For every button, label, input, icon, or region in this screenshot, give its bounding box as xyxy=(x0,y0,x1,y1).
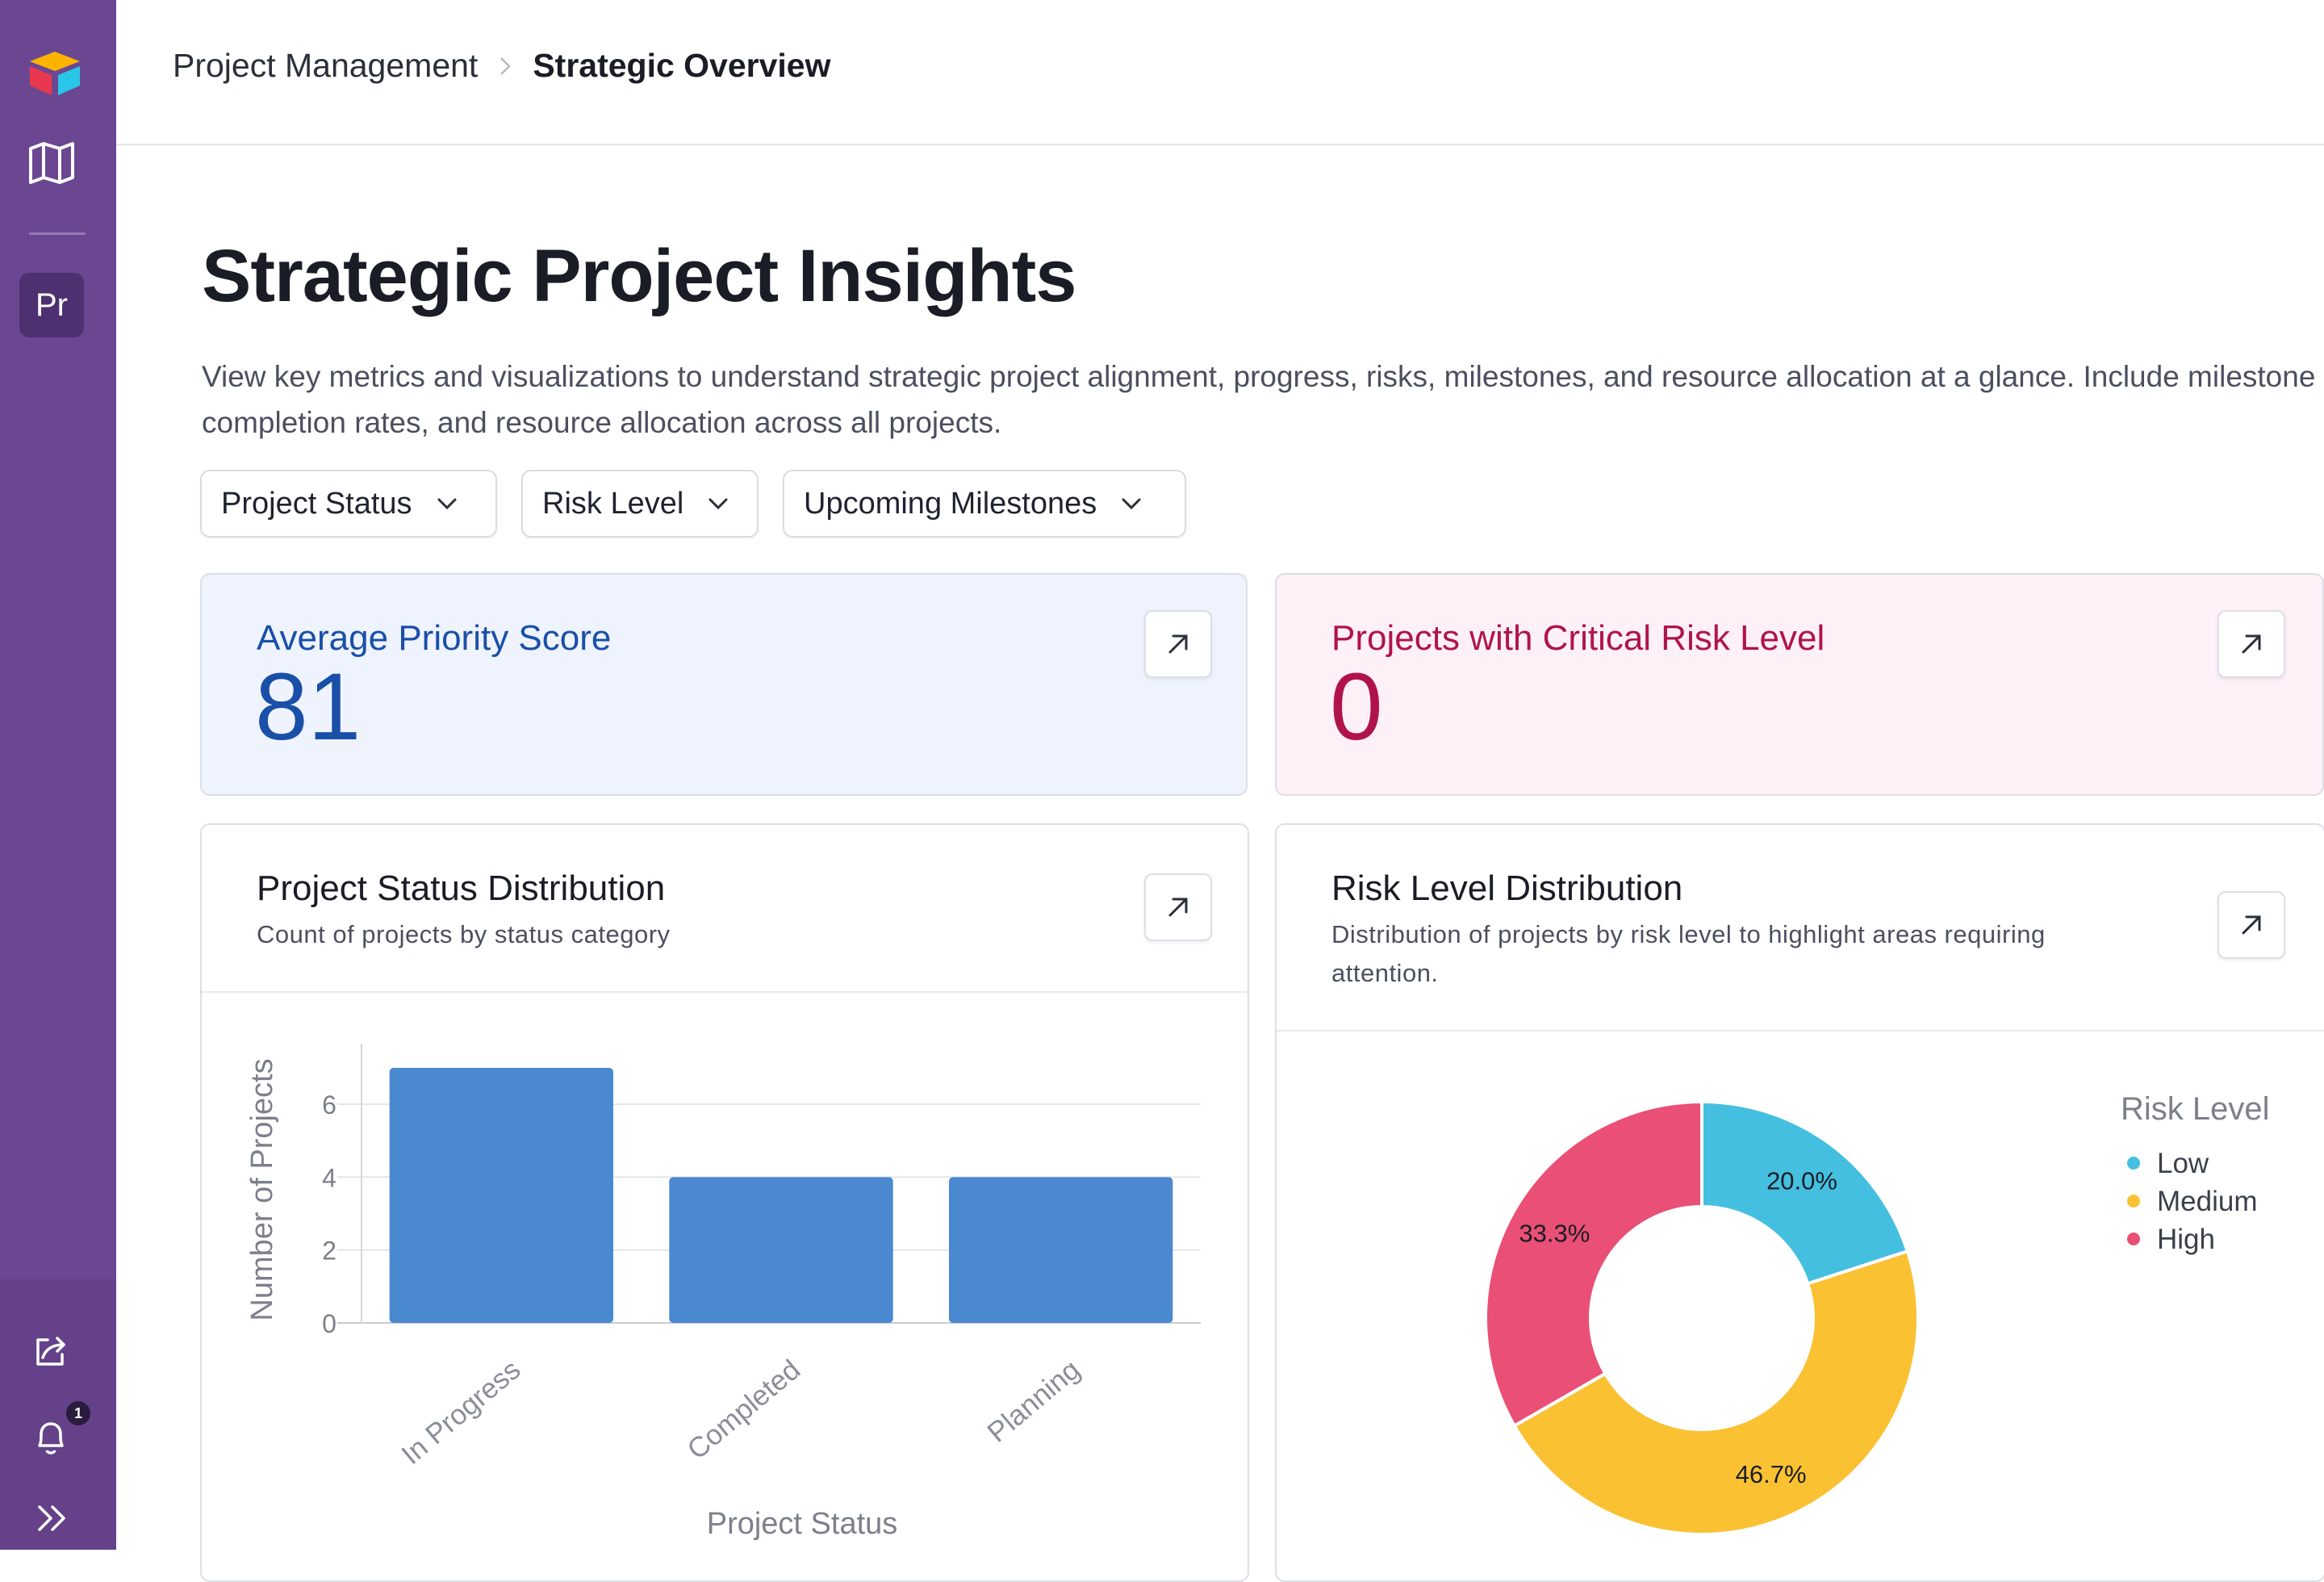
chart-title: Risk Level Distribution xyxy=(1331,868,1683,908)
slice-high[interactable] xyxy=(1484,1099,1703,1429)
arrow-up-right-icon xyxy=(2242,634,2261,654)
legend-label: Medium xyxy=(2157,1186,2257,1217)
bar-completed[interactable] xyxy=(669,1177,893,1323)
bell-icon[interactable] xyxy=(31,1417,71,1458)
chevron-down-icon xyxy=(437,497,458,510)
notification-badge: 1 xyxy=(66,1401,90,1425)
metric-label: Average Priority Score xyxy=(257,618,612,658)
sidebar: Pr 1 xyxy=(0,0,116,1550)
filter-label: Project Status xyxy=(221,486,412,521)
chart-card-risk-level: Risk Level Distribution Distribution of … xyxy=(1275,823,2324,1582)
breadcrumb-root[interactable]: Project Management xyxy=(173,47,478,85)
breadcrumb: Project Management Strategic Overview xyxy=(173,47,831,85)
share-icon[interactable] xyxy=(32,1332,71,1371)
expand-button[interactable] xyxy=(2217,610,2285,678)
legend-swatch xyxy=(2127,1195,2140,1207)
app-logo-icon[interactable] xyxy=(26,47,84,98)
x-axis-label: Project Status xyxy=(707,1507,898,1541)
chart-subtitle: Count of projects by status category xyxy=(257,920,671,948)
legend-label: High xyxy=(2157,1224,2215,1255)
expand-sidebar-icon[interactable] xyxy=(32,1503,73,1534)
card-divider xyxy=(1277,1030,2324,1032)
workspace-badge[interactable]: Pr xyxy=(19,273,84,337)
page-description: View key metrics and visualizations to u… xyxy=(202,360,2316,439)
bar-planning[interactable] xyxy=(949,1177,1173,1323)
breadcrumb-current: Strategic Overview xyxy=(533,47,831,84)
legend-item-medium[interactable]: Medium xyxy=(2127,1186,2257,1217)
legend-item-high[interactable]: High xyxy=(2127,1224,2215,1255)
expand-button[interactable] xyxy=(2217,891,2285,959)
filter-label: Upcoming Milestones xyxy=(804,486,1097,521)
metric-value: 81 xyxy=(255,654,362,760)
arrow-up-right-icon xyxy=(1168,634,1188,654)
y-tick-label: 0 xyxy=(322,1309,336,1338)
chevron-right-icon xyxy=(499,56,512,77)
metric-label: Projects with Critical Risk Level xyxy=(1331,618,1825,658)
metric-card-critical-risk: Projects with Critical Risk Level 0 xyxy=(1275,573,2324,796)
chevron-down-icon xyxy=(1121,497,1142,510)
filter-upcoming-milestones[interactable]: Upcoming Milestones xyxy=(783,470,1186,538)
legend-label: Low xyxy=(2157,1148,2209,1179)
sidebar-divider xyxy=(29,232,86,235)
filter-project-status[interactable]: Project Status xyxy=(200,470,497,538)
slice-label: 46.7% xyxy=(1736,1460,1807,1488)
x-tick-label: Completed xyxy=(681,1354,806,1466)
slice-label: 20.0% xyxy=(1766,1166,1837,1195)
filter-label: Risk Level xyxy=(542,486,684,521)
slice-label: 33.3% xyxy=(1519,1219,1590,1247)
chart-subtitle: Distribution of projects by risk level t… xyxy=(1331,920,2046,987)
legend-item-low[interactable]: Low xyxy=(2127,1148,2209,1179)
card-divider xyxy=(202,991,1248,993)
expand-button[interactable] xyxy=(1144,610,1212,678)
arrow-up-right-icon xyxy=(1168,898,1188,917)
legend-swatch xyxy=(2127,1233,2140,1245)
chart-title: Project Status Distribution xyxy=(257,868,666,908)
arrow-up-right-icon xyxy=(2242,915,2261,935)
bar-in-progress[interactable] xyxy=(389,1068,613,1323)
top-header: Project Management Strategic Overview xyxy=(116,0,2324,145)
legend-title: Risk Level xyxy=(2121,1091,2270,1127)
filter-risk-level[interactable]: Risk Level xyxy=(521,470,759,538)
map-icon[interactable] xyxy=(26,139,77,187)
y-axis-label: Number of Projects xyxy=(245,1058,279,1320)
y-tick-label: 6 xyxy=(322,1090,336,1120)
donut-chart: 20.0% 46.7% 33.3% Risk Level Low Medium High xyxy=(1484,1091,2270,1536)
x-tick-label: In Progress xyxy=(395,1354,526,1471)
y-tick-label: 4 xyxy=(322,1163,336,1192)
x-tick-label: Planning xyxy=(981,1354,1085,1448)
y-tick-label: 2 xyxy=(322,1237,336,1266)
expand-button[interactable] xyxy=(1144,873,1212,941)
page-title: Strategic Project Insights xyxy=(202,235,1076,317)
chevron-down-icon xyxy=(708,497,729,510)
bar-chart: 0 2 4 6 In Progress Completed Planning Number… xyxy=(245,1044,1201,1541)
legend-swatch xyxy=(2127,1157,2140,1170)
metric-value: 0 xyxy=(1330,654,1383,760)
metric-card-average-priority: Average Priority Score 81 xyxy=(200,573,1248,796)
chart-card-project-status: Project Status Distribution Count of pro… xyxy=(200,823,1249,1582)
